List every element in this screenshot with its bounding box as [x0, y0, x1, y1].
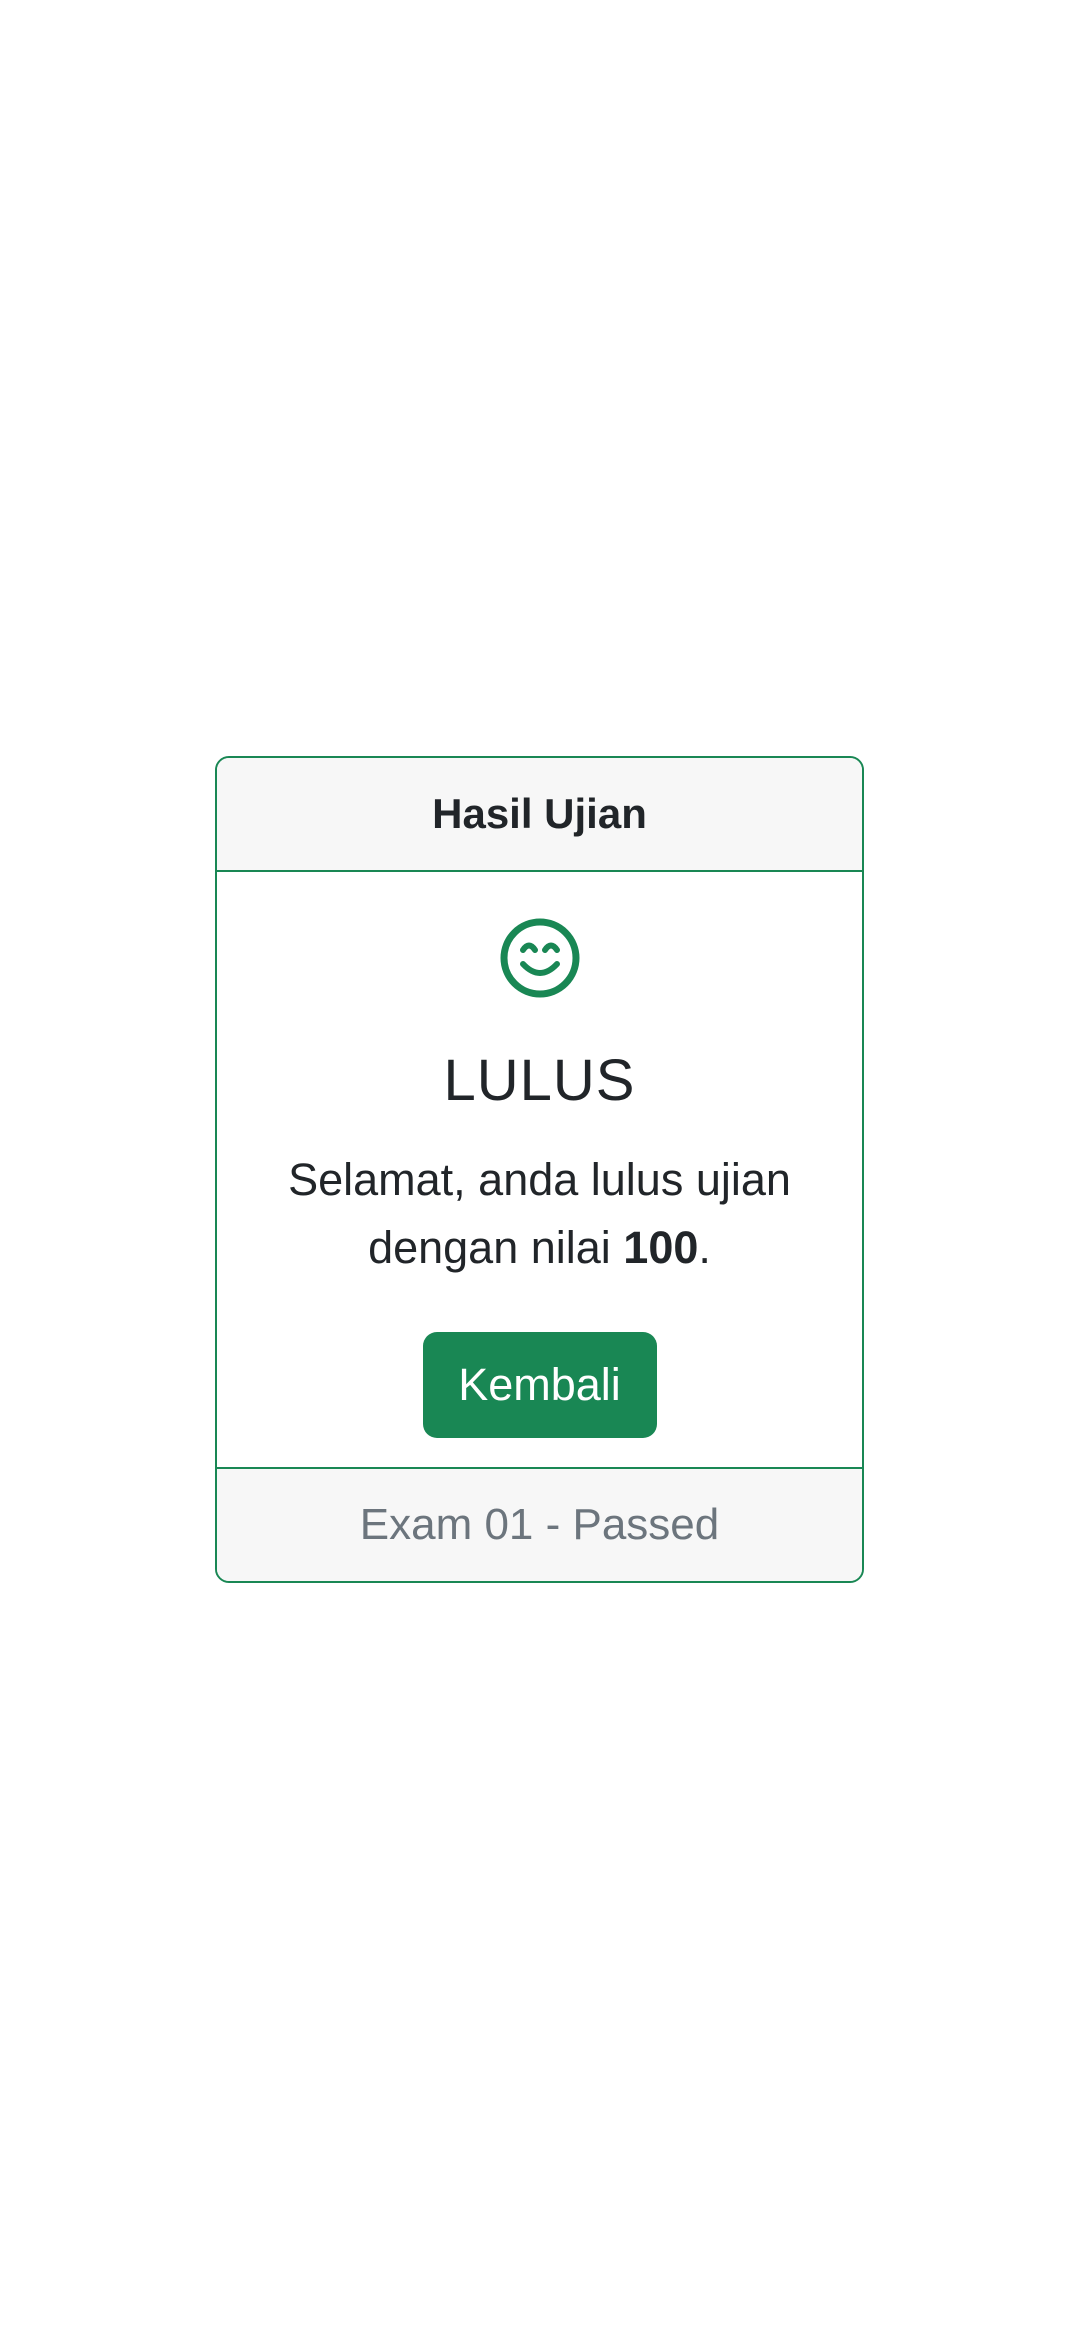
card-footer: Exam 01 - Passed: [217, 1467, 862, 1581]
result-message-end: .: [698, 1222, 711, 1273]
score-value: 100: [623, 1222, 699, 1273]
result-message: Selamat, anda lulus ujian dengan nilai 1…: [280, 1146, 800, 1282]
exam-status-text: Exam 01 - Passed: [359, 1500, 720, 1549]
card-title: Hasil Ujian: [432, 790, 647, 837]
result-status: LULUS: [443, 1048, 636, 1113]
result-card: Hasil Ujian LULUS Selamat, anda lulus uj…: [215, 756, 864, 1583]
card-header: Hasil Ujian: [217, 758, 862, 872]
smile-icon: [500, 918, 579, 998]
back-button[interactable]: Kembali: [422, 1332, 657, 1438]
result-message-text: Selamat, anda lulus ujian dengan nilai: [288, 1154, 791, 1273]
card-body: LULUS Selamat, anda lulus ujian dengan n…: [217, 872, 862, 1467]
